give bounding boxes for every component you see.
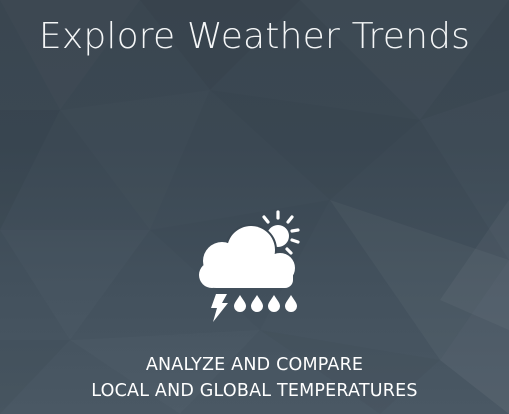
hero-banner: Explore Weather Trends ANALYZE AND COMPA… xyxy=(0,0,509,414)
subtitle-line-1: ANALYZE AND COMPARE xyxy=(145,355,364,375)
page-title: Explore Weather Trends xyxy=(38,16,471,57)
sun-cloud-thunderstorm-icon xyxy=(199,210,300,322)
subtitle-line-2: LOCAL AND GLOBAL TEMPERATURES xyxy=(91,381,418,401)
hero-subtitle: ANALYZE AND COMPARE LOCAL AND GLOBAL TEM… xyxy=(0,352,509,404)
